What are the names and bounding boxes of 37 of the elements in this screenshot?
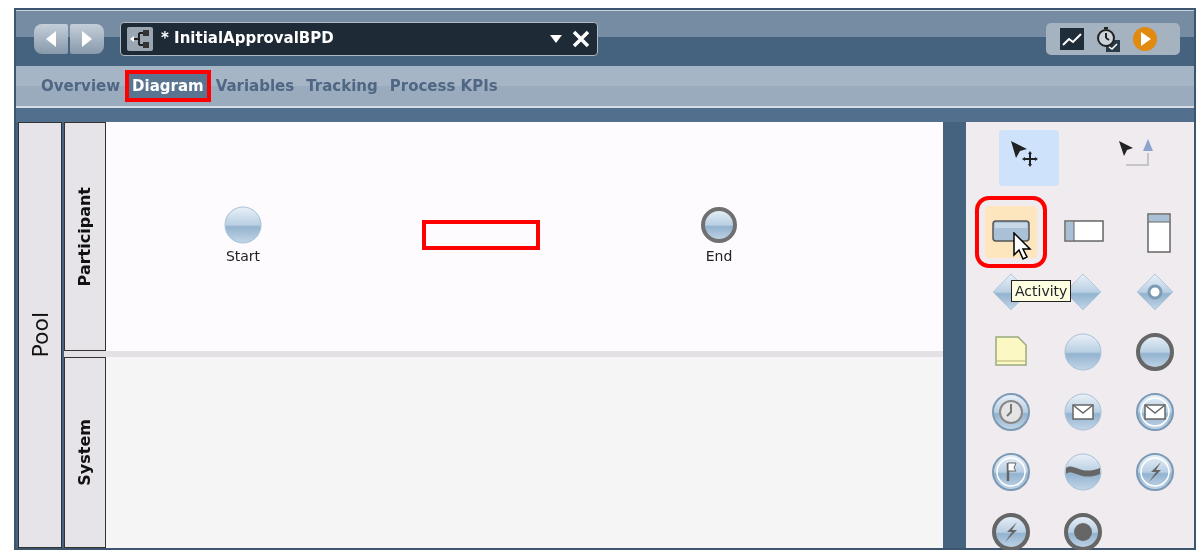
lane-label: System xyxy=(74,419,95,486)
close-button[interactable] xyxy=(571,28,591,49)
tab[interactable]: Variables xyxy=(210,72,300,100)
pool-label: Pool xyxy=(26,312,54,358)
close-icon xyxy=(571,28,591,49)
back-button[interactable] xyxy=(34,23,68,54)
lightning-ring-icon xyxy=(1134,451,1176,493)
tab[interactable]: Diagram xyxy=(127,72,209,100)
lane-label: Participant xyxy=(74,186,95,287)
stopwatch-icon[interactable] xyxy=(1096,25,1120,52)
process-title-field[interactable]: * InitialApprovalBPD xyxy=(120,21,598,56)
ringed-circle-icon xyxy=(1134,331,1176,373)
event-label: Start xyxy=(225,248,261,264)
mouse-pointer-icon xyxy=(1012,232,1034,262)
forward-arrow-icon xyxy=(80,29,94,48)
envelope-ring-icon xyxy=(1134,391,1176,433)
play-icon[interactable] xyxy=(1132,25,1158,52)
wave-circle-icon xyxy=(1062,451,1104,493)
event-label: End xyxy=(705,248,733,264)
forward-button[interactable] xyxy=(70,23,104,54)
clock-circle-icon xyxy=(990,391,1032,433)
chart-icon[interactable] xyxy=(1060,27,1084,50)
circle-icon xyxy=(1062,331,1104,373)
start-event-icon xyxy=(224,206,262,244)
envelope-circle-icon xyxy=(1062,391,1104,433)
dropdown-button[interactable] xyxy=(549,33,563,44)
process-diagram-icon xyxy=(127,26,153,51)
back-arrow-icon xyxy=(44,29,58,48)
tooltip: Activity xyxy=(1011,280,1072,302)
flag-circle-icon xyxy=(990,451,1032,493)
tab[interactable]: Tracking xyxy=(301,72,383,100)
caret-icon xyxy=(549,33,563,44)
tab[interactable]: Overview xyxy=(36,72,126,100)
process-title: * InitialApprovalBPD xyxy=(161,28,335,50)
palette-button[interactable] xyxy=(999,130,1059,186)
end-event-icon xyxy=(700,206,738,244)
tab[interactable]: Process KPIs xyxy=(384,72,503,100)
